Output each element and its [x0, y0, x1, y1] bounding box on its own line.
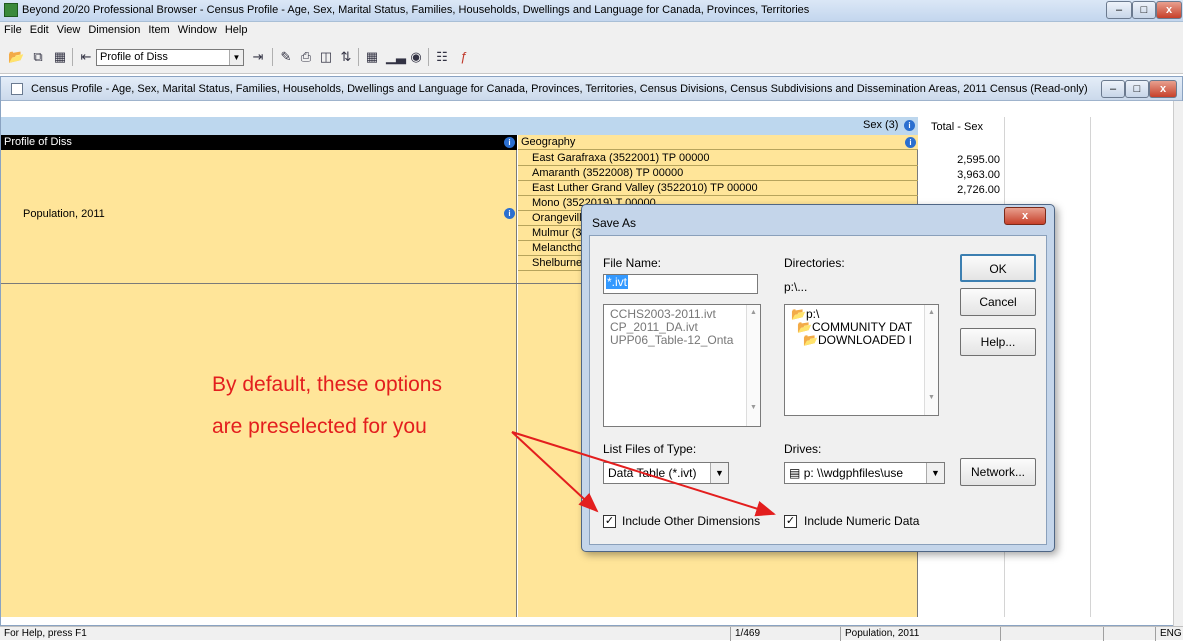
annotation-arrow	[511, 431, 776, 517]
annotation-arrows	[511, 431, 776, 517]
annotation-arrow	[511, 431, 599, 513]
